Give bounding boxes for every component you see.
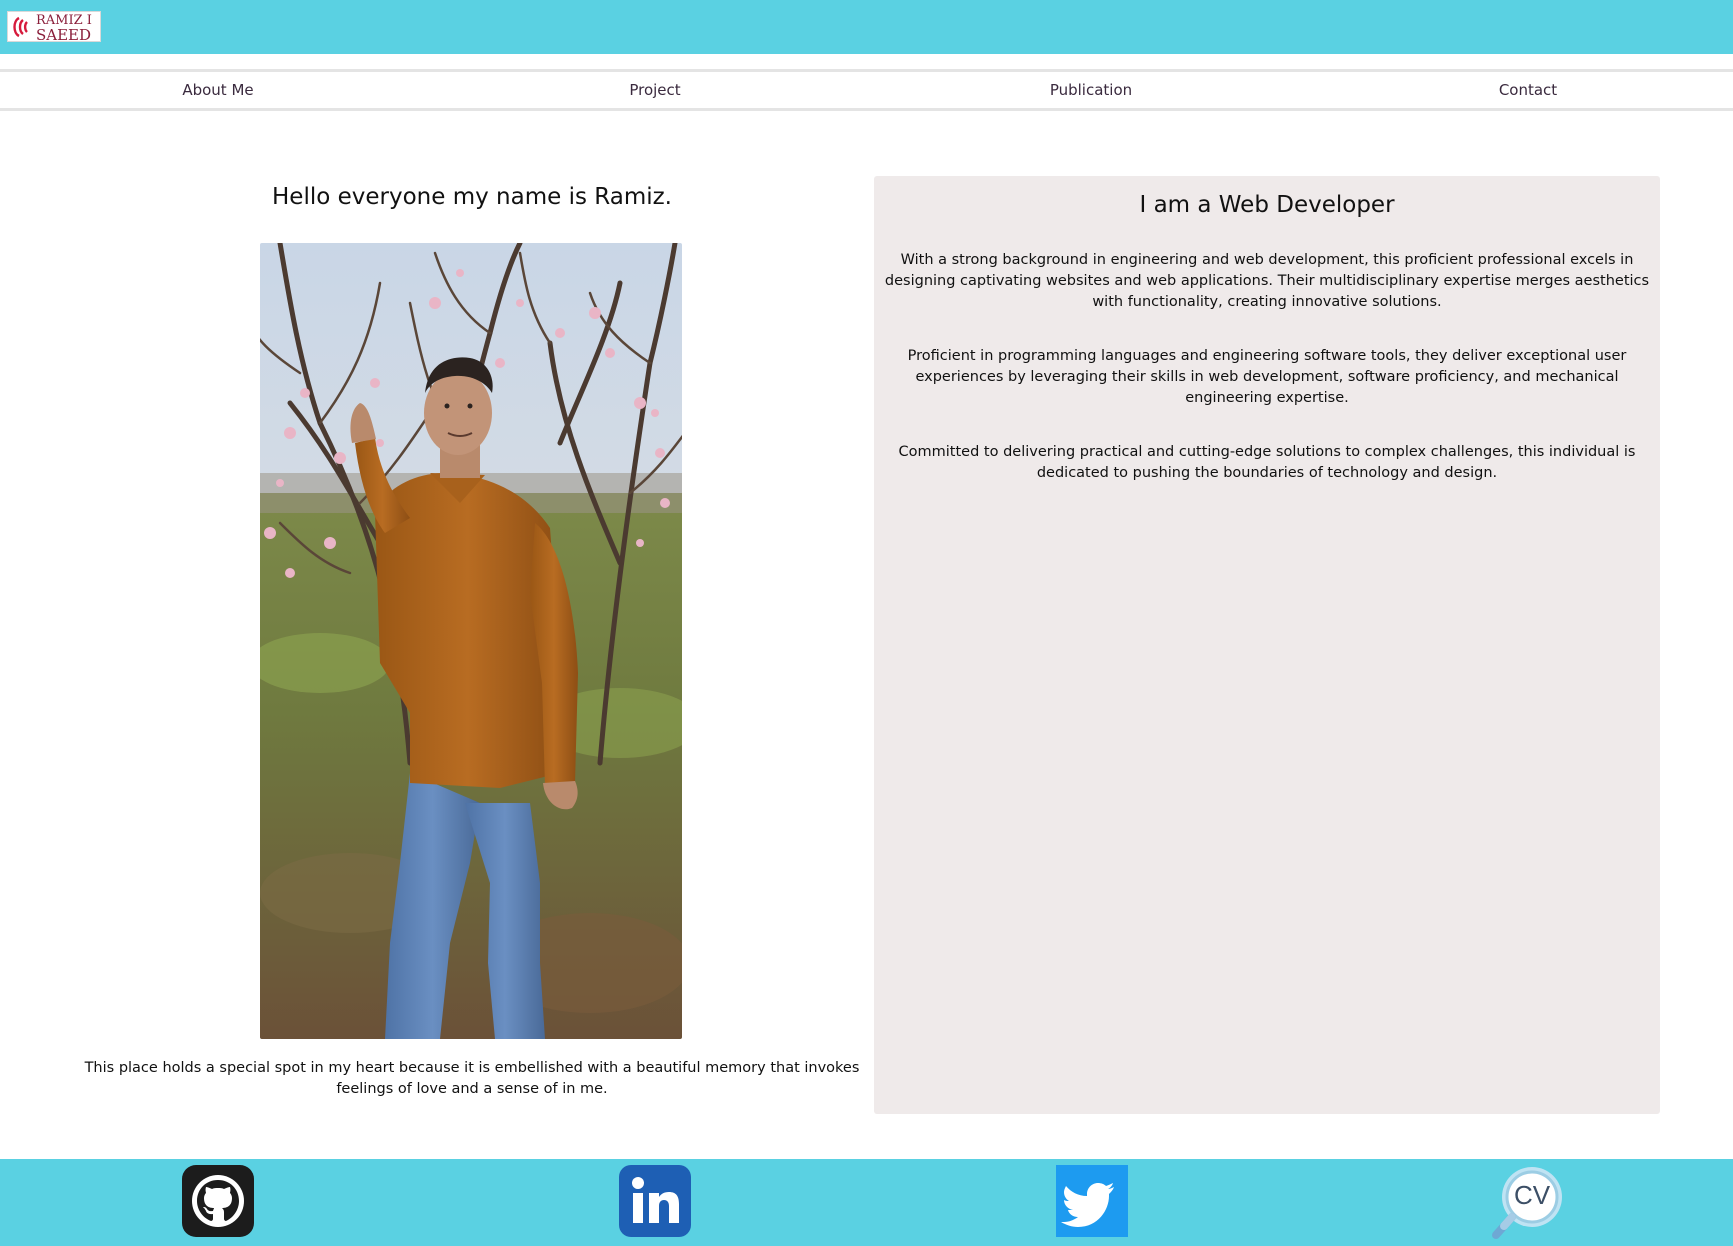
- portrait-illustration: [260, 243, 682, 1039]
- nav-about-me[interactable]: About Me: [0, 72, 436, 108]
- photo-caption: This place holds a special spot in my he…: [84, 1060, 860, 1097]
- twitter-link[interactable]: [1056, 1165, 1128, 1237]
- intro-section: Hello everyone my name is Ramiz. This pl…: [80, 176, 864, 1116]
- github-icon: [182, 1165, 254, 1237]
- logo-text-line2: SAEED: [36, 26, 92, 44]
- about-paragraph-3: Committed to delivering practical and cu…: [898, 444, 1636, 481]
- about-paragraph-1: With a strong background in engineering …: [884, 252, 1650, 310]
- twitter-icon: [1056, 1165, 1128, 1237]
- about-title: I am a Web Developer: [1139, 192, 1395, 218]
- logo-mark-icon: [13, 16, 28, 38]
- portrait-photo: [260, 243, 682, 1039]
- about-panel: I am a Web Developer With a strong backg…: [874, 176, 1660, 1114]
- github-link[interactable]: [182, 1165, 254, 1237]
- cv-label: CV: [1513, 1180, 1551, 1210]
- about-paragraph-2: Proficient in programming languages and …: [907, 348, 1627, 406]
- top-header-bar: RAMIZ I SAEED: [0, 0, 1733, 54]
- nav-publication[interactable]: Publication: [873, 72, 1309, 108]
- greeting-heading: Hello everyone my name is Ramiz.: [272, 184, 672, 210]
- footer-bar: CV: [0, 1159, 1733, 1246]
- cv-link[interactable]: CV: [1490, 1165, 1562, 1239]
- site-logo[interactable]: RAMIZ I SAEED: [7, 11, 101, 44]
- linkedin-link[interactable]: [619, 1165, 691, 1237]
- linkedin-icon: [619, 1165, 691, 1237]
- nav-contact[interactable]: Contact: [1310, 72, 1733, 108]
- main-navigation: About Me Project Publication Contact: [0, 69, 1733, 111]
- nav-project[interactable]: Project: [437, 72, 873, 108]
